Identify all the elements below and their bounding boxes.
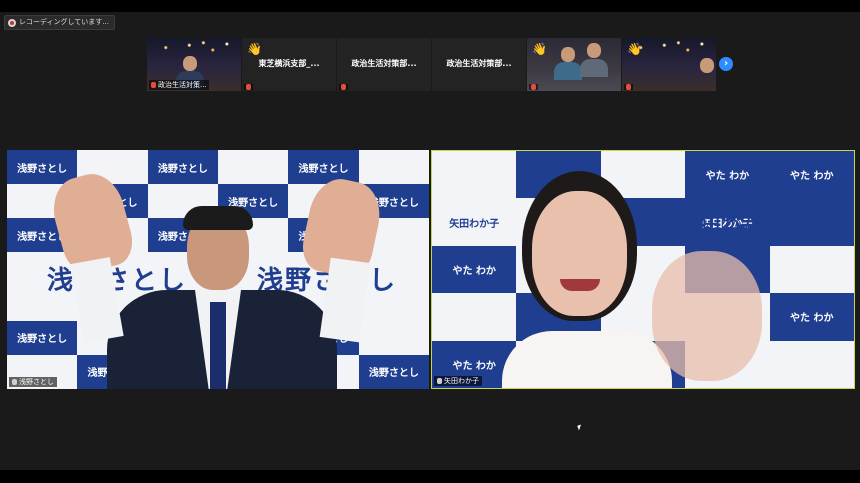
participant-name-tag — [624, 84, 633, 90]
participant-name: 政治生活対策部... — [446, 59, 512, 68]
microphone-icon — [12, 379, 17, 385]
participant-thumbnail[interactable]: 政治生活対策部... — [337, 38, 431, 91]
participant-face — [700, 58, 714, 73]
banner-cell: 浅野さとし — [7, 320, 78, 355]
participant-thumbnail[interactable]: 政治生活対策部... — [432, 38, 526, 91]
banner-cell — [769, 245, 854, 294]
participant-name-tag: 政治生活対策... — [149, 80, 209, 90]
participant-name: 東芝横浜支部_... — [258, 59, 320, 68]
record-icon — [8, 18, 16, 27]
mic-muted-icon — [531, 84, 536, 90]
speaker-hair — [183, 206, 253, 230]
participant-thumbnail[interactable]: 👋 — [527, 38, 621, 91]
mic-muted-icon — [151, 82, 156, 88]
participant-strip: 政治生活対策... 👋 東芝横浜支部_... 政治生活対策部... 政治生活対策… — [147, 38, 716, 91]
banner-cell: やた わか — [769, 293, 854, 341]
raised-hand-icon: 👋 — [532, 42, 547, 56]
participant-name: 政治生活対策部... — [351, 59, 417, 68]
window-top-bar — [0, 0, 860, 12]
raised-hand-icon: 👋 — [247, 42, 262, 56]
participant-face — [183, 56, 197, 71]
participant-face — [587, 43, 601, 58]
mic-muted-icon — [341, 84, 346, 90]
banner-cell: 浅野さとし — [7, 150, 78, 185]
mic-muted-icon — [626, 84, 631, 90]
speaker-tie — [210, 302, 226, 389]
banner-cell: やた わか — [769, 151, 854, 199]
banner-cell: 浅野さとし — [147, 150, 218, 185]
speaker-waving-hand — [652, 251, 762, 381]
banner-cell: やた わか — [685, 151, 770, 199]
speaker-smile — [560, 279, 600, 291]
banner-cell — [218, 150, 289, 185]
raised-hand-icon: 👋 — [627, 42, 642, 56]
video-tile-left[interactable]: 浅野さとし 浅野さとし 浅野さとし 浅野さとし 浅野さとし 浅野さとし 浅野さと… — [7, 150, 429, 389]
banner-cell — [432, 151, 517, 199]
participant-name-tag — [244, 84, 253, 90]
banner-cell — [358, 150, 429, 185]
participant-name-tag: 浅野さとし — [9, 377, 57, 387]
banner-cell — [432, 293, 517, 341]
participant-face — [561, 47, 575, 62]
participant-name-tag — [339, 84, 348, 90]
banner-cell: 矢田わか子 — [432, 198, 517, 246]
mic-muted-icon — [246, 84, 251, 90]
participant-thumbnail[interactable]: 👋 東芝横浜支部_... — [242, 38, 336, 91]
recording-indicator[interactable]: レコーディングしています... — [4, 15, 115, 30]
microphone-icon — [437, 378, 442, 384]
participant-thumbnail[interactable]: 政治生活対策... — [147, 38, 241, 91]
speaker-blouse — [502, 331, 672, 388]
mouse-cursor-icon — [577, 424, 583, 431]
next-page-button[interactable]: › — [719, 57, 733, 71]
banner-cell: 浅野さとし — [288, 150, 359, 185]
banner-cell — [358, 320, 429, 355]
banner-cell: やた わか — [432, 245, 517, 294]
participant-name-tag — [529, 84, 538, 90]
video-tile-right-active-speaker[interactable]: やた わか やた わか 矢田わか子 矢田わか子 やた わか やた わか やた わ… — [431, 150, 855, 389]
speaker-face — [532, 191, 627, 316]
participant-thumbnail[interactable]: 👋 — [622, 38, 716, 91]
banner-cell — [769, 340, 854, 388]
participant-body — [554, 62, 582, 80]
participant-name-tag: 矢田わか子 — [434, 376, 482, 386]
banner-cell: 浅野さとし — [358, 354, 429, 389]
window-bottom-bar — [0, 470, 860, 483]
participant-body — [580, 59, 608, 77]
chevron-right-icon: › — [723, 58, 729, 69]
banner-large-text: 矢田わか子 — [682, 215, 782, 236]
recording-label: レコーディングしています... — [19, 18, 109, 26]
